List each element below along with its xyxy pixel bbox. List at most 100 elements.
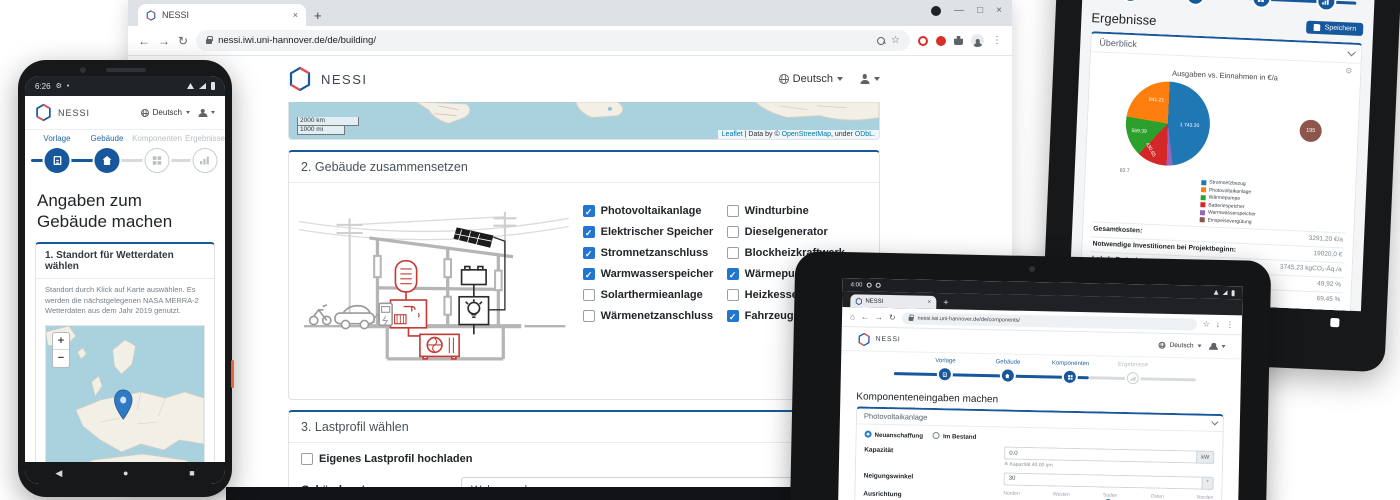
location-map[interactable]: + − [45,325,205,475]
back-icon[interactable]: ← [861,312,869,321]
checkbox-elektrischer-speicher[interactable]: Elektrischer Speicher [583,226,727,238]
step-circle-gebaeude[interactable] [1002,369,1014,381]
nessi-brand[interactable]: NESSI [35,103,141,122]
browser-menu-icon[interactable]: ⋮ [1226,320,1234,329]
step-circle-ergebnisse[interactable] [1318,0,1335,10]
zoom-out-button[interactable]: − [53,350,69,367]
address-bar[interactable]: nessi.iwi.uni-hannover.de/de/components/ [901,312,1196,330]
tablet-home-button[interactable] [1330,318,1339,327]
forward-icon[interactable]: → [875,313,883,322]
radio-neuanschaffung[interactable]: Neuanschaffung [864,431,923,440]
forward-icon[interactable]: → [158,34,170,48]
new-tab-button[interactable]: + [943,298,948,307]
checkbox-icon[interactable] [727,247,739,259]
checkbox-icon[interactable] [727,268,739,280]
language-menu[interactable]: Deutsch [779,73,843,85]
android-home-button[interactable]: ● [123,468,128,478]
radio-icon[interactable] [865,431,872,438]
new-tab-button[interactable]: + [314,9,322,22]
checkbox-eigenes-lastprofil[interactable]: Eigenes Lastprofil hochladen [301,453,867,465]
checkbox-photovoltaik[interactable]: Photovoltaikanlage [583,205,727,217]
checkbox-icon[interactable] [301,453,313,465]
step-circle-komponenten[interactable] [1253,0,1270,7]
tablet-camera [1029,266,1035,272]
tilt-input[interactable] [1004,472,1202,489]
checkbox-icon[interactable] [583,289,595,301]
browser-toolbar: ← → ↻ nessi.iwi.uni-hannover.de/de/build… [128,26,1012,56]
checkbox-stromnetzanschluss[interactable]: Stromnetzanschluss [583,247,727,259]
reload-icon[interactable]: ↻ [178,34,188,48]
checkbox-waermenetzanschluss[interactable]: Wärmenetzanschluss [583,310,727,322]
window-close-button[interactable]: × [996,5,1002,16]
language-menu[interactable]: Deutsch [141,108,190,117]
chevron-down-icon[interactable] [1211,418,1218,425]
step-circle-vorlage[interactable] [45,148,70,173]
checkbox-warmwasserspeicher[interactable]: Warmwasserspeicher [583,268,727,280]
tab-close-icon[interactable]: × [293,11,298,20]
phone-power-button[interactable] [231,360,234,388]
step-circle-vorlage[interactable] [1122,0,1139,1]
step-circle-komponenten[interactable] [1064,371,1076,383]
browser-avatar[interactable] [971,34,984,47]
save-button[interactable]: Speichern [1306,21,1363,36]
checkbox-windturbine[interactable]: Windturbine [727,205,869,217]
checkbox-icon[interactable] [727,289,739,301]
back-icon[interactable]: ← [138,34,150,48]
step-gebaeude[interactable]: Gebäude [996,359,1021,366]
android-recents-button[interactable]: ■ [189,468,194,478]
browser-menu-icon[interactable]: ⋮ [992,35,1002,46]
osm-link[interactable]: OpenStreetMap [782,131,831,138]
step-gebaeude[interactable]: Gebäude [91,134,124,143]
user-menu[interactable] [198,109,215,117]
window-minimize-button[interactable]: — [954,5,964,16]
address-bar[interactable]: nessi.iwi.uni-hannover.de/de/building/ ☆ [196,30,910,51]
user-menu[interactable] [1209,343,1225,350]
checkbox-icon[interactable] [727,310,739,322]
browser-profile-dot[interactable] [931,6,941,16]
income-bubble[interactable]: 195 [1299,119,1322,142]
step-vorlage[interactable]: Vorlage [43,134,70,143]
tab-close-icon[interactable]: × [927,299,931,306]
user-menu[interactable] [859,74,880,84]
browser-tab[interactable]: NESSI × [138,4,306,26]
language-menu[interactable]: Deutsch [1159,342,1202,350]
home-icon[interactable]: ⌂ [850,312,855,321]
step-circle-gebaeude[interactable] [95,148,120,173]
reload-icon[interactable]: ↻ [889,313,896,322]
nessi-brand[interactable]: NESSI [857,332,900,347]
step-vorlage[interactable]: Vorlage [935,358,955,364]
battery-icon [1232,290,1235,296]
checkbox-icon[interactable] [583,205,595,217]
radio-im-bestand[interactable]: Im Bestand [933,432,977,441]
odbl-link[interactable]: ODbL [855,131,873,138]
extension-icon-2[interactable] [936,36,946,46]
android-back-button[interactable]: ◀ [55,468,62,479]
checkbox-icon[interactable] [583,310,595,322]
zoom-page-icon[interactable] [877,37,885,45]
chevron-down-icon[interactable] [1347,48,1355,56]
step-komponenten[interactable]: Komponenten [1052,360,1089,367]
bookmark-star-icon[interactable]: ☆ [1203,320,1210,329]
extensions-puzzle-icon[interactable] [954,36,963,45]
step-circle-vorlage[interactable] [939,368,951,380]
checkbox-icon[interactable] [583,247,595,259]
extension-icon-1[interactable] [918,36,928,46]
checkbox-dieselgenerator[interactable]: Dieselgenerator [727,226,869,238]
weather-map[interactable]: 2000 km 1000 mi Leaflet | Data by © Open… [288,102,880,140]
checkbox-icon[interactable] [727,205,739,217]
pie-chart-area: 1 743.30 841.21 569.39 430.65 83.7 195 [1094,77,1352,186]
checkbox-icon[interactable] [583,268,595,280]
checkbox-icon[interactable] [583,226,595,238]
zoom-in-button[interactable]: + [53,333,69,350]
checkbox-solarthermieanlage[interactable]: Solarthermieanlage [583,289,727,301]
download-icon[interactable]: ↓ [1216,320,1220,329]
bookmark-star-icon[interactable]: ☆ [891,35,900,46]
radio-icon[interactable] [933,432,940,439]
step-circle-gebaeude[interactable] [1188,0,1205,4]
nessi-brand[interactable]: NESSI [288,66,368,92]
window-maximize-button[interactable]: □ [977,5,983,16]
pie-label-wws: 83.7 [1120,168,1130,174]
browser-tab[interactable]: NESSI × [850,294,936,309]
leaflet-link[interactable]: Leaflet [722,131,743,138]
checkbox-icon[interactable] [727,226,739,238]
